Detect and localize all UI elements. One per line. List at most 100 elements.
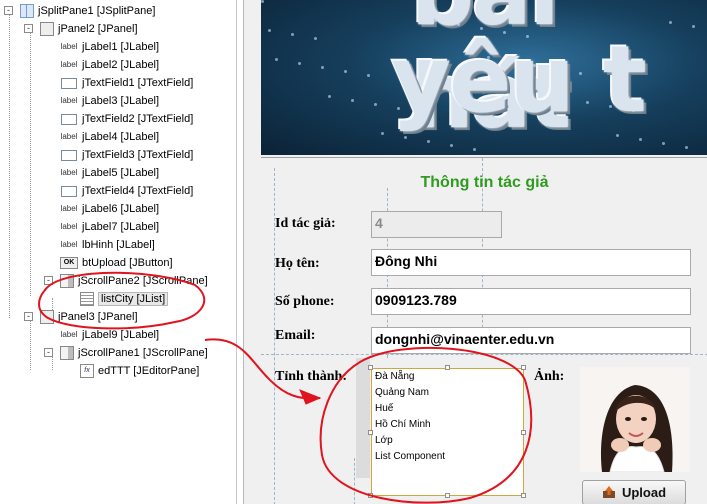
scroll-pane-icon	[60, 274, 74, 288]
city-list-item[interactable]: Quảng Nam	[372, 385, 523, 401]
id-label: Id tác giả:	[275, 216, 336, 231]
photo-label: Ảnh:	[534, 369, 565, 384]
tree-connector	[9, 10, 10, 318]
button-icon: OK	[60, 257, 78, 269]
author-photo-image	[580, 367, 690, 472]
banner-sparkle	[685, 146, 688, 149]
tree-node[interactable]: OK btUpload [JButton]	[60, 254, 173, 272]
resize-handle[interactable]	[445, 493, 450, 498]
tree-node[interactable]: label jLabel2 [JLabel]	[60, 56, 160, 74]
tree-node[interactable]: - jPanel2 [JPanel]	[24, 20, 138, 38]
tree-node[interactable]: fx edTTT [JEditorPane]	[80, 362, 199, 380]
banner-sparkle	[291, 33, 294, 36]
email-field[interactable]: dongnhi@vinaenter.edu.vn	[371, 327, 691, 354]
tree-connector	[30, 28, 31, 296]
tree-node[interactable]: jTextField2 [JTextField]	[60, 110, 193, 128]
tree-node[interactable]: label jLabel3 [JLabel]	[60, 92, 160, 110]
tree-node[interactable]: jTextField3 [JTextField]	[60, 146, 193, 164]
tree-node[interactable]: label jLabel1 [JLabel]	[60, 38, 160, 56]
tree-node[interactable]: label jLabel6 [JLabel]	[60, 200, 160, 218]
resize-handle[interactable]	[521, 493, 526, 498]
tree-node-label: lbHinh [JLabel]	[82, 239, 155, 251]
tree-node[interactable]: - jPanel3 [JPanel]	[24, 308, 138, 326]
tree-node[interactable]: label jLabel9 [JLabel]	[60, 326, 160, 344]
tree-node[interactable]: listCity [JList]	[80, 290, 169, 308]
tree-node-label: jPanel3 [JPanel]	[58, 311, 138, 323]
banner-sparkle	[632, 109, 635, 112]
tree-node-label: jTextField2 [JTextField]	[82, 113, 194, 125]
tree-node-label: jScrollPane1 [JScrollPane]	[78, 347, 208, 359]
tree-node-label: jScrollPane2 [JScrollPane]	[78, 275, 208, 287]
resize-handle[interactable]	[521, 430, 526, 435]
banner-sparkle	[579, 72, 582, 75]
city-list-item[interactable]: Lớp	[372, 433, 523, 449]
banner-sparkle	[556, 68, 559, 71]
banner-sparkle	[669, 21, 672, 24]
tree-node[interactable]: label jLabel7 [JLabel]	[60, 218, 160, 236]
label-icon: label	[60, 240, 78, 249]
tree-node-label: jTextField1 [JTextField]	[82, 77, 194, 89]
tree-node[interactable]: jTextField4 [JTextField]	[60, 182, 193, 200]
city-list-item[interactable]: List Component	[372, 449, 523, 465]
tree-node[interactable]: jTextField1 [JTextField]	[60, 74, 193, 92]
tree-node[interactable]: - jSplitPane1 [JSplitPane]	[4, 2, 155, 20]
resize-handle[interactable]	[521, 365, 526, 370]
tree-expander-icon[interactable]: -	[44, 348, 53, 357]
text-field-icon	[61, 185, 77, 197]
tree-node[interactable]: label lbHinh [JLabel]	[60, 236, 155, 254]
label-icon: label	[60, 96, 78, 105]
tree-node-label: jLabel1 [JLabel]	[82, 41, 160, 53]
split-pane-icon	[20, 4, 34, 18]
editor-pane-icon: fx	[80, 364, 94, 378]
banner-sparkle	[457, 23, 460, 26]
banner-sparkle	[344, 70, 347, 73]
tree-node[interactable]: - jScrollPane1 [JScrollPane]	[44, 344, 208, 362]
resize-handle[interactable]	[368, 493, 373, 498]
banner-sparkle	[298, 62, 301, 65]
banner-sparkle	[563, 97, 566, 100]
tree-expander-icon[interactable]: -	[44, 276, 53, 285]
resize-handle[interactable]	[368, 430, 373, 435]
banner-sparkle	[503, 31, 506, 34]
banner-sparkle	[261, 0, 264, 3]
tree-node-label: listCity [JList]	[98, 292, 169, 306]
design-canvas: bài hát yêu t Thông tin tác giả Id tác g…	[243, 0, 707, 504]
tree-expander-icon[interactable]: -	[24, 24, 33, 33]
tree-node-label: jLabel7 [JLabel]	[82, 221, 160, 233]
upload-button[interactable]: Upload	[582, 480, 686, 504]
city-list-item[interactable]: Huế	[372, 401, 523, 417]
layout-guide	[261, 354, 707, 355]
tree-expander-icon[interactable]: -	[24, 312, 33, 321]
tree-expander-icon[interactable]: -	[4, 6, 13, 15]
banner-sparkle	[540, 93, 543, 96]
author-photo	[580, 367, 690, 472]
banner-sparkle	[616, 134, 619, 137]
resize-handle[interactable]	[368, 365, 373, 370]
panel-icon	[40, 22, 54, 36]
tree-node[interactable]: - jScrollPane2 [JScrollPane]	[44, 272, 208, 290]
label-icon: label	[60, 168, 78, 177]
email-label: Email:	[275, 328, 316, 343]
tree-node-label: jLabel2 [JLabel]	[82, 59, 160, 71]
resize-handle[interactable]	[445, 365, 450, 370]
banner-sparkle	[321, 66, 324, 69]
city-list-item[interactable]: Đà Nẵng	[372, 369, 523, 385]
scroll-pane-icon	[60, 346, 74, 360]
label-icon: label	[60, 222, 78, 231]
tree-node[interactable]: label jLabel5 [JLabel]	[60, 164, 160, 182]
form-title: Thông tin tác giả	[420, 174, 549, 191]
author-form-panel: Thông tin tác giả Id tác giả: 4 Họ tên: …	[261, 157, 707, 504]
label-icon: label	[60, 60, 78, 69]
tree-node[interactable]: label jLabel4 [JLabel]	[60, 128, 160, 146]
tree-node-label: btUpload [JButton]	[82, 257, 173, 269]
city-label: Tỉnh thành:	[275, 369, 347, 384]
city-list[interactable]: Đà Nẵng Quảng Nam Huế Hồ Chí Minh Lớp List Co…	[371, 368, 524, 496]
city-list-item[interactable]: Hồ Chí Minh	[372, 417, 523, 433]
tree-node-label: jLabel4 [JLabel]	[82, 131, 160, 143]
tree-node-label: jLabel3 [JLabel]	[82, 95, 160, 107]
phone-field[interactable]: 0909123.789	[371, 288, 691, 315]
banner-sparkle	[434, 19, 437, 22]
id-field[interactable]: 4	[371, 211, 502, 238]
name-field[interactable]: Đông Nhi	[371, 249, 691, 276]
label-icon: label	[60, 42, 78, 51]
